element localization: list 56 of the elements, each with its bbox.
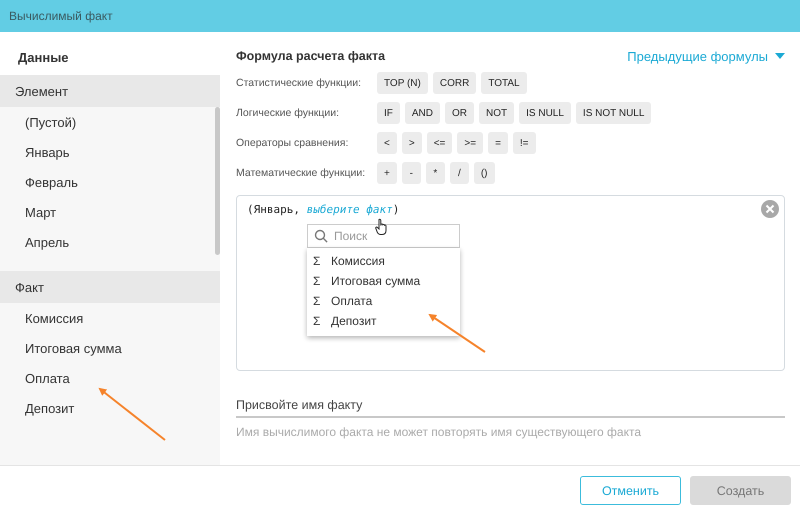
function-button[interactable]: * [426,162,445,184]
list-item[interactable]: Январь [0,137,215,167]
scrollbar[interactable] [215,107,220,255]
caret-icon [775,52,785,60]
group-label: Статистические функции: [236,77,362,89]
function-button[interactable]: != [512,132,536,154]
menu-item[interactable]: Σ Итоговая сумма [307,271,460,291]
list-item[interactable]: Депозит [0,393,220,423]
window-title: Вычислимый факт [9,9,113,23]
function-button[interactable]: < [377,132,397,154]
section-header[interactable]: Факт [0,271,220,303]
section-title: Формула расчета факта [236,49,386,63]
group-label: Математические функции: [236,167,366,179]
arrow [98,388,166,441]
sigma-icon: Σ [313,254,331,268]
menu-item[interactable]: Σ Оплата [307,291,460,311]
function-button[interactable]: TOP (N) [377,72,428,94]
function-button[interactable]: IS NULL [519,102,571,124]
list-item[interactable]: Март [0,197,215,227]
function-button[interactable]: IS NOT NULL [576,102,652,124]
function-button[interactable]: = [488,132,508,154]
function-button[interactable]: AND [404,102,440,124]
name-field[interactable]: Присвойте имя факту [236,398,785,418]
clear-icon[interactable] [761,200,779,218]
function-button[interactable]: + [377,162,397,184]
group-label: Операторы сравнения: [236,137,350,149]
menu-item[interactable]: Σ Комиссия [307,251,460,271]
function-button[interactable]: - [402,162,421,184]
sigma-icon: Σ [313,274,331,288]
sigma-icon: Σ [313,314,331,328]
hand-cursor-icon [375,218,389,236]
function-button[interactable]: TOTAL [481,72,527,94]
hint-text: Имя вычислимого факта не может повторять имя существующего факта [236,425,642,439]
function-button[interactable]: CORR [432,72,476,94]
arrow [428,314,486,353]
list-item[interactable]: Комиссия [0,303,220,333]
function-button[interactable]: <= [426,132,452,154]
formula-text: (Январь, выберите факт) [247,203,400,216]
section-header[interactable]: Элемент [0,75,220,107]
function-button[interactable]: () [474,162,495,184]
function-button[interactable]: NOT [479,102,514,124]
function-button[interactable]: / [450,162,469,184]
group-label: Логические функции: [236,107,340,119]
function-button[interactable]: IF [377,102,400,124]
list-item[interactable]: Февраль [0,167,215,197]
search-icon [314,229,328,243]
function-button[interactable]: OR [445,102,474,124]
menu-item[interactable]: Σ Депозит [307,311,460,331]
list-item[interactable]: Итоговая сумма [0,333,220,363]
function-button[interactable]: >= [457,132,484,154]
list-item[interactable]: Оплата [0,363,220,393]
sigma-icon: Σ [313,294,331,308]
sidebar-title: Данные [17,49,70,67]
function-button[interactable]: > [402,132,422,154]
list-item[interactable]: (Пустой) [0,107,215,137]
list-item[interactable]: Апрель [0,227,215,257]
